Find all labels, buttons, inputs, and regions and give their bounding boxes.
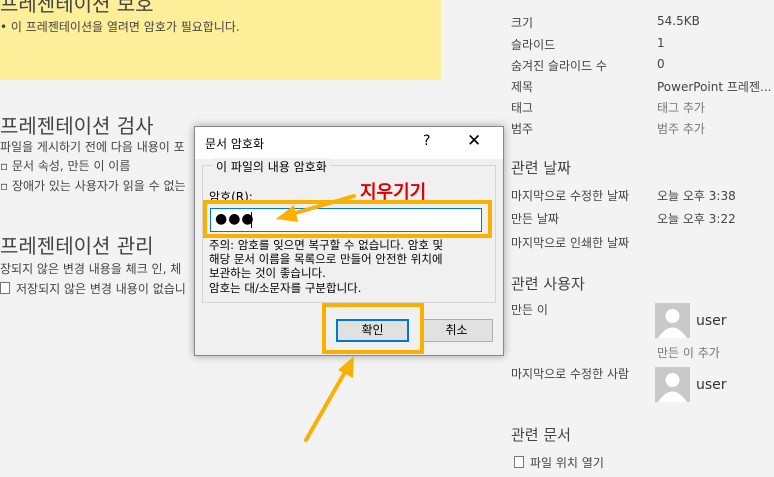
annotation-arrows [276,194,356,442]
arrow-to-password-icon [276,194,356,222]
arrow-to-ok-icon [304,356,354,442]
